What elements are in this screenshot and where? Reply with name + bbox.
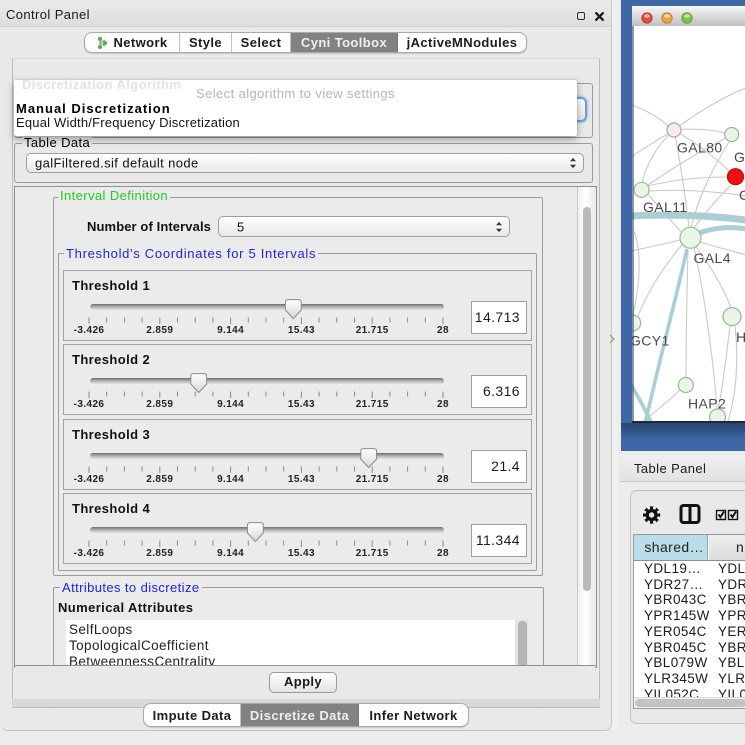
svg-text:28: 28 [437,399,449,410]
svg-text:2.859: 2.859 [146,548,173,559]
svg-text:2.859: 2.859 [146,474,173,485]
svg-text:-3.426: -3.426 [74,399,105,410]
svg-text:HAP2: HAP2 [688,396,726,412]
svg-text:15.43: 15.43 [288,325,315,336]
svg-text:21.715: 21.715 [356,548,389,559]
svg-text:9.144: 9.144 [217,474,244,485]
svg-text:28: 28 [437,474,449,485]
svg-text:21.715: 21.715 [356,399,389,410]
svg-text:9.144: 9.144 [217,548,244,559]
svg-text:21.715: 21.715 [356,474,389,485]
svg-text:2.859: 2.859 [146,325,173,336]
svg-text:G.: G. [734,149,745,165]
svg-text:28: 28 [437,325,449,336]
svg-text:2.859: 2.859 [146,399,173,410]
svg-text:C: C [739,187,745,203]
svg-text:-3.426: -3.426 [74,325,105,336]
svg-text:9.144: 9.144 [217,399,244,410]
svg-text:GAL80: GAL80 [677,140,723,156]
svg-text:15.43: 15.43 [288,399,315,410]
svg-text:21.715: 21.715 [356,325,389,336]
svg-text:-3.426: -3.426 [74,474,105,485]
svg-text:15.43: 15.43 [288,548,315,559]
svg-text:15.43: 15.43 [288,474,315,485]
svg-text:-3.426: -3.426 [74,548,105,559]
svg-text:9.144: 9.144 [217,325,244,336]
svg-text:GAL11: GAL11 [643,199,688,215]
svg-text:H: H [736,329,745,345]
svg-text:28: 28 [437,548,449,559]
svg-text:GAL4: GAL4 [694,250,731,266]
svg-text:GCY1: GCY1 [632,333,670,349]
